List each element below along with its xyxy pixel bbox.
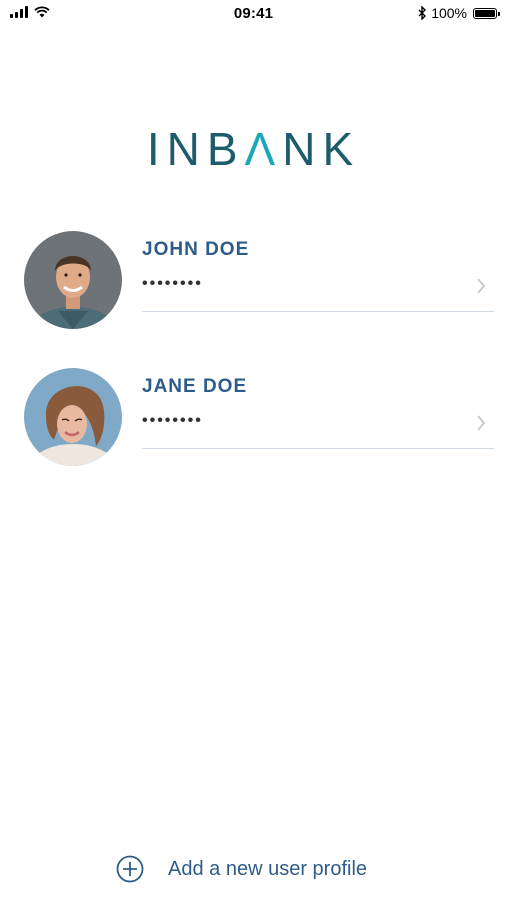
logo-part-accent: Λ: [244, 123, 283, 175]
plus-circle-icon: [116, 855, 144, 883]
password-mask: ••••••••: [142, 412, 203, 429]
chevron-right-icon: [477, 278, 486, 294]
profile-item-jane-doe[interactable]: JANE DOE ••••••••: [24, 368, 494, 468]
battery-percentage: 100%: [431, 5, 467, 21]
battery-icon: [473, 7, 500, 19]
status-bar: 09:41 100%: [0, 0, 507, 28]
add-profile-label: Add a new user profile: [168, 857, 368, 880]
chevron-right-icon: [477, 415, 486, 431]
profile-name: JANE DOE: [142, 376, 248, 397]
bluetooth-icon: [418, 6, 427, 20]
divider: [142, 311, 494, 312]
logo-part-2: NK: [282, 123, 361, 175]
password-mask: ••••••••: [142, 275, 203, 292]
avatar: [24, 231, 122, 329]
avatar: [24, 368, 122, 466]
inbank-logo: INBΛNK: [0, 122, 507, 176]
profile-item-john-doe[interactable]: JOHN DOE ••••••••: [24, 231, 494, 331]
divider: [142, 448, 494, 449]
logo-part-1: INB: [146, 123, 245, 175]
profile-selection-screen: 09:41 100% INBΛNK JOHN DOE •••••••• JANE…: [0, 0, 507, 900]
status-right: 100%: [418, 5, 500, 21]
add-user-profile-button[interactable]: Add a new user profile: [116, 855, 367, 883]
profile-name: JOHN DOE: [142, 239, 250, 260]
